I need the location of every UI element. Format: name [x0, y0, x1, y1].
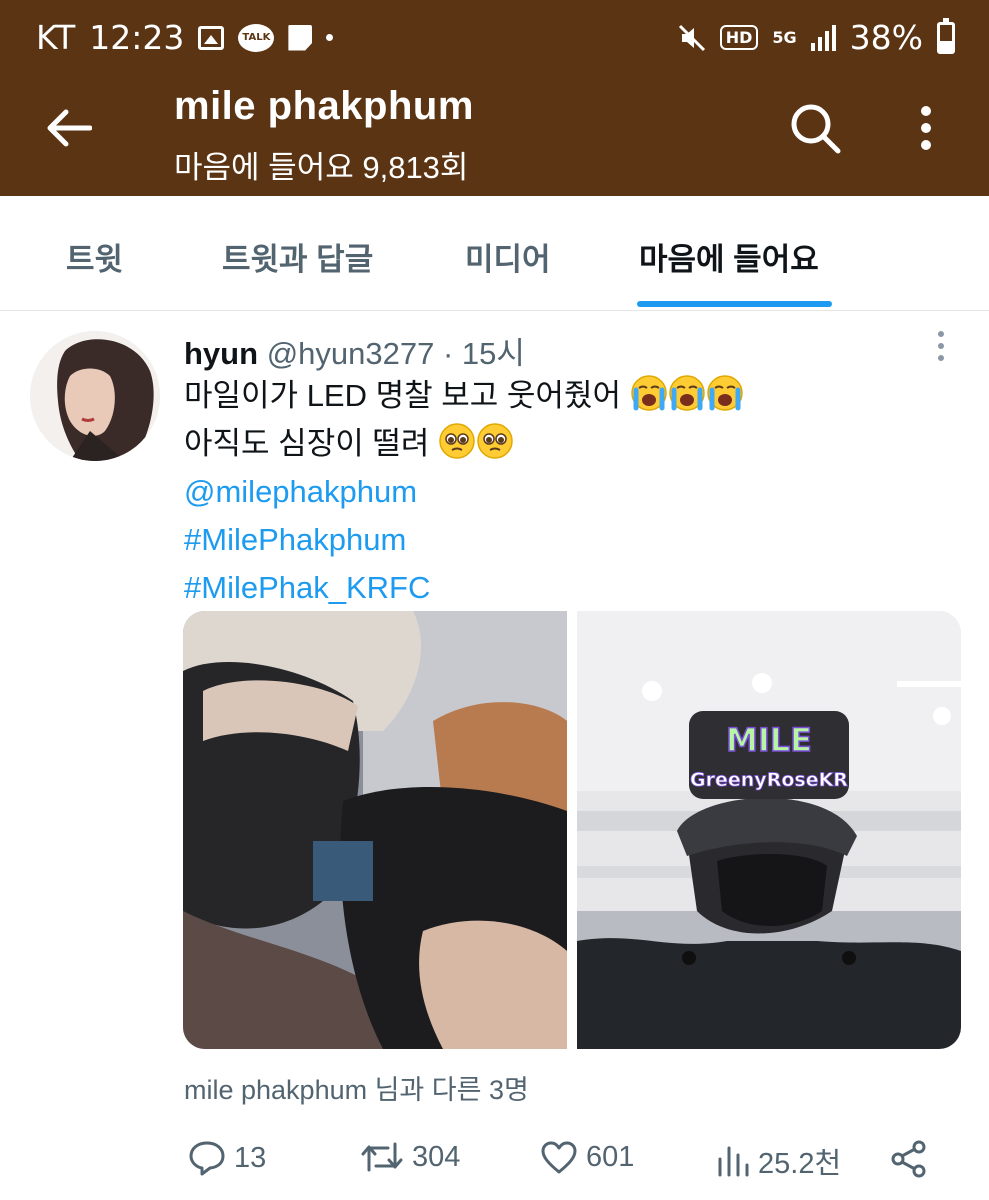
active-tab-indicator [637, 301, 832, 307]
tweet-text-line-2-text: 아직도 심장이 떨려 [184, 426, 430, 461]
mute-icon [678, 24, 705, 51]
reply-count: 13 [234, 1141, 267, 1174]
pleading-emoji-group [438, 423, 514, 461]
views-button[interactable]: 25.2천 [716, 1140, 841, 1182]
view-count: 25.2천 [758, 1148, 842, 1180]
signal-icon [810, 24, 836, 51]
pleading-face-emoji-icon [477, 423, 513, 459]
author-handle[interactable]: @hyun3277 [267, 336, 435, 371]
app-header: KT 12:23 TALK HD 5G 38% mile phakphum 마음… [0, 0, 989, 196]
share-button[interactable] [890, 1140, 928, 1178]
tweet-text-line-1: 마일이가 LED 명찰 보고 웃어줬어 [184, 372, 744, 420]
tab-tweets-and-replies[interactable]: 트윗과 답글 [222, 234, 373, 279]
back-arrow-icon[interactable] [44, 108, 92, 148]
carrier-label: KT [36, 18, 76, 57]
tweet-time[interactable]: 15시 [462, 336, 525, 371]
tagged-people-link[interactable]: mile phakphum 님과 다른 3명 [184, 1068, 529, 1107]
mention-link[interactable]: @milephakphum [184, 468, 744, 516]
likes-count-subtitle: 마음에 들어요 9,813회 [174, 150, 469, 185]
tweet-media-image-1[interactable] [183, 611, 567, 1049]
tweet-text: 마일이가 LED 명찰 보고 웃어줬어 아직도 심장이 떨려 @milephak… [184, 372, 744, 612]
tweet-text-line-2: 아직도 심장이 떨려 [184, 420, 744, 468]
like-count: 601 [586, 1140, 635, 1173]
more-options-icon[interactable] [912, 104, 940, 152]
led-sign-bottom-text: GreenyRoseKR [690, 769, 848, 791]
retweet-button[interactable]: 304 [360, 1140, 460, 1174]
status-bar-right: HD 5G 38% [678, 17, 955, 57]
heart-icon [541, 1141, 577, 1174]
hashtag-link[interactable]: #MilePhak_KRFC [184, 564, 744, 612]
5g-icon: 5G [772, 27, 797, 47]
photo-led-sign: MILE GreenyRoseKR [577, 611, 961, 1049]
kakaotalk-icon: TALK [238, 23, 275, 52]
tweet-more-icon[interactable] [932, 330, 950, 362]
retweet-count: 304 [412, 1140, 461, 1173]
photo-crowd [183, 611, 567, 1049]
author-name[interactable]: hyun [184, 336, 258, 371]
status-bar: KT 12:23 TALK HD 5G 38% [0, 0, 989, 76]
led-sign-top-text: MILE [726, 721, 812, 759]
hd-icon: HD [719, 25, 759, 50]
loudly-crying-face-emoji-icon [668, 375, 705, 411]
tweet-header: hyun @hyun3277 · 15시 [184, 328, 525, 373]
time-label: 12:23 [89, 18, 185, 57]
avatar[interactable] [30, 331, 160, 461]
hashtag-link[interactable]: #MilePhakphum [184, 516, 744, 564]
tweet-action-bar: 13 304 601 25.2천 [0, 1130, 989, 1190]
tweet-text-line-1-text: 마일이가 LED 명찰 보고 웃어줬어 [184, 378, 621, 413]
profile-tabs: 트윗 트윗과 답글 미디어 마음에 들어요 [0, 196, 989, 311]
crying-emoji-group [630, 375, 744, 413]
battery-percent: 38% [849, 18, 923, 57]
like-button[interactable]: 601 [540, 1140, 634, 1174]
loudly-crying-face-emoji-icon [706, 375, 743, 411]
reply-button[interactable]: 13 [188, 1140, 266, 1176]
profile-title: mile phakphum [174, 84, 474, 128]
tab-media[interactable]: 미디어 [465, 234, 551, 279]
search-icon[interactable] [788, 101, 842, 155]
pleading-face-emoji-icon [439, 423, 475, 459]
loudly-crying-face-emoji-icon [630, 375, 667, 411]
status-bar-left: KT 12:23 TALK [36, 18, 334, 57]
note-icon [288, 24, 313, 51]
views-chart-icon [718, 1146, 749, 1177]
tweet-media-image-2[interactable]: MILE GreenyRoseKR [577, 611, 961, 1049]
tab-tweets[interactable]: 트윗 [66, 234, 123, 279]
battery-icon [937, 17, 955, 54]
share-icon [891, 1140, 926, 1178]
retweet-icon [361, 1142, 403, 1172]
gallery-icon [198, 25, 225, 50]
reply-icon [189, 1141, 225, 1176]
meta-separator: · [434, 336, 462, 371]
tab-likes[interactable]: 마음에 들어요 [639, 234, 819, 279]
avatar-image [30, 331, 160, 461]
dot-icon [326, 34, 334, 41]
